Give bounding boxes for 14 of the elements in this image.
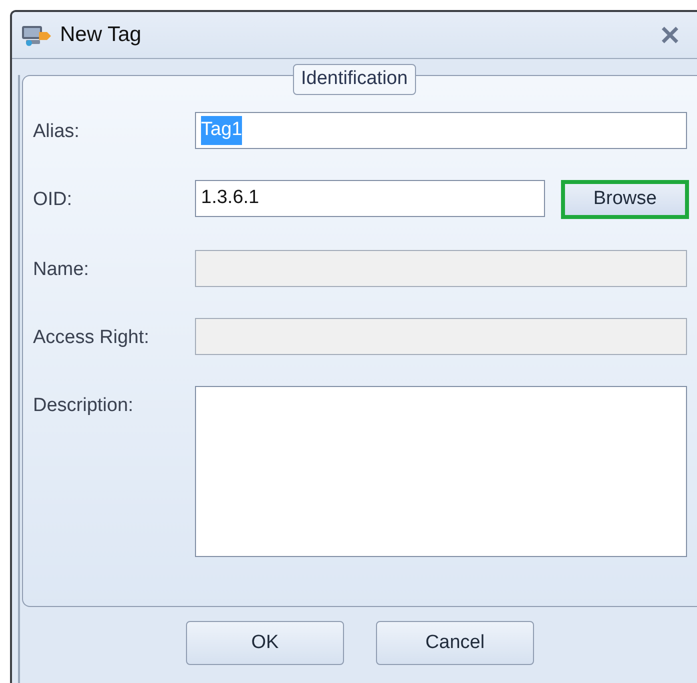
group-title: Identification: [293, 64, 416, 94]
browse-button[interactable]: Browse: [561, 180, 689, 219]
computer-tag-icon: [20, 23, 52, 47]
close-icon[interactable]: [661, 26, 679, 44]
dialog-button[interactable]: Cancel: [376, 621, 534, 665]
field-label: Description:: [33, 394, 134, 418]
description-field[interactable]: [195, 386, 687, 557]
text-field[interactable]: 1.3.6.1: [195, 180, 545, 217]
field-label: Name:: [33, 258, 90, 282]
field-label: Access Right:: [33, 326, 150, 350]
field-label: Alias:: [33, 120, 80, 144]
field-label: OID:: [33, 188, 74, 212]
dialog-button[interactable]: OK: [186, 621, 344, 665]
window-title: New Tag: [60, 22, 142, 48]
